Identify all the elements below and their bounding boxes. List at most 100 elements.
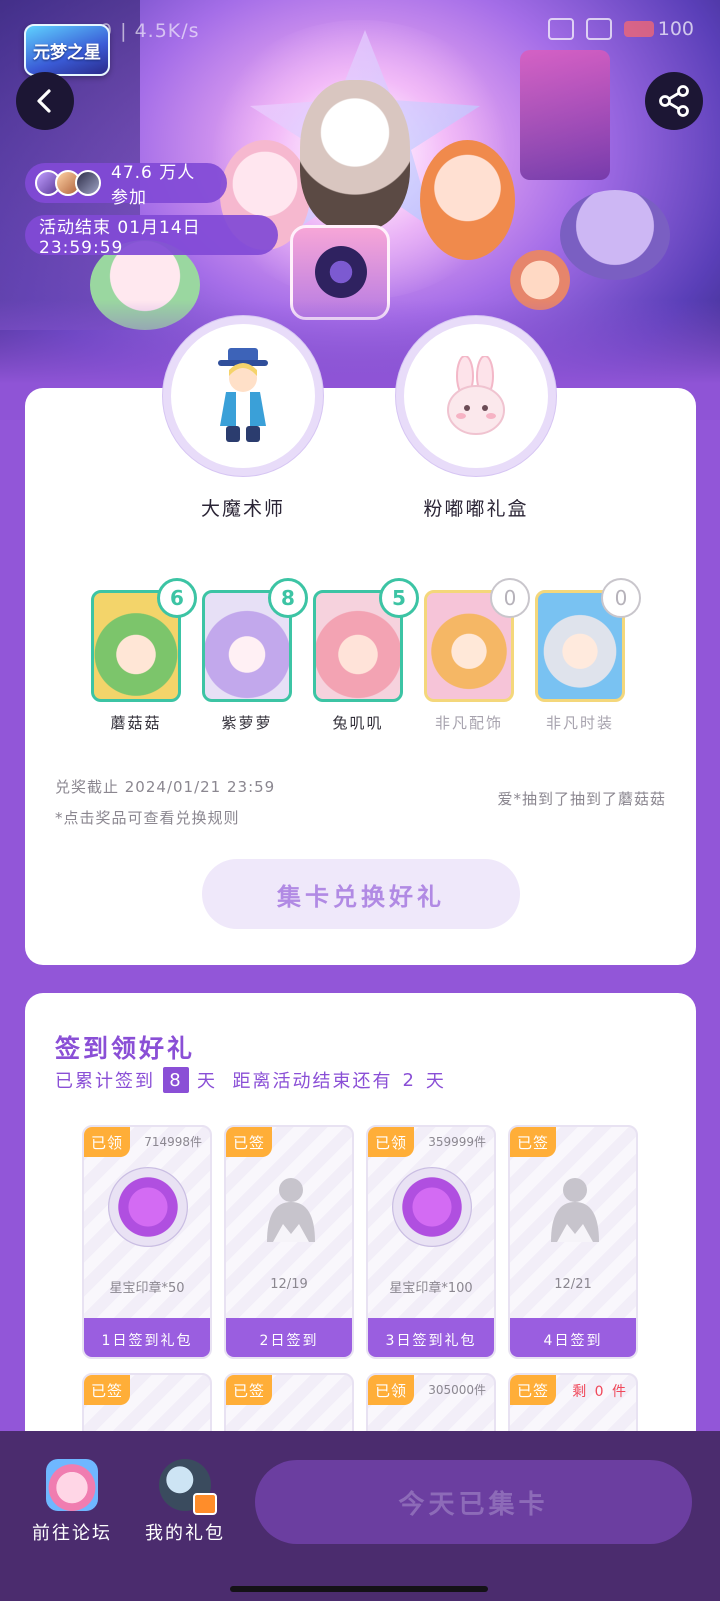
forum-link[interactable]: 前往论坛 (22, 1459, 122, 1545)
character-name: 蘑菇菇 (110, 714, 162, 732)
status-icons: 100 (547, 18, 694, 40)
event-end-pill: 活动结束 01月14日 23:59:59 (25, 215, 278, 258)
bunny-icon (447, 356, 505, 435)
claimed-tag: 已领 (84, 1127, 130, 1157)
home-indicator (230, 1586, 488, 1592)
card-count-badge: 0 (490, 578, 530, 618)
collect-redeem-button[interactable]: 集卡兑换好礼 (202, 859, 520, 929)
stock-count: 305000件 (428, 1383, 486, 1397)
sign-in-suffix: 天 (425, 1071, 446, 1092)
redeem-deadline: 兑奖截止 2024/01/21 23:59 (55, 778, 276, 796)
sign-in-mid: 天 距离活动结束还有 (197, 1071, 393, 1092)
reward-label: 星宝印章*50 (109, 1281, 185, 1296)
battery-level: 100 (657, 18, 694, 40)
signed-tag: 已签 (84, 1375, 130, 1405)
card-count-badge: 0 (601, 578, 641, 618)
character-name: 非凡配饰 (434, 714, 503, 732)
magician-figure-icon (218, 348, 268, 442)
prize-image-frame (396, 316, 556, 476)
chevron-left-icon (37, 89, 51, 113)
network-speed: 9 | 4.5K/s (100, 20, 200, 42)
back-button[interactable] (16, 72, 74, 130)
prize-image-frame (163, 316, 323, 476)
sign-in-slot: 已领 714998件 星宝印章*50 1日签到礼包 (82, 1125, 212, 1359)
card-count-badge: 8 (268, 578, 308, 618)
prize-name: 大魔术师 (200, 498, 285, 520)
avatar (75, 170, 101, 196)
character-card-mushroom[interactable]: 6 蘑菇菇 (91, 578, 197, 733)
character-card-outfit[interactable]: 0 非凡时装 (535, 578, 641, 733)
star-seal-icon (108, 1167, 188, 1247)
sign-in-title: 签到领好礼 (55, 1034, 196, 1063)
today-collected-button[interactable]: 今天已集卡 (255, 1460, 692, 1544)
sign-in-slot: 已签 12/19 2日签到 (224, 1125, 354, 1359)
character-card-bunny[interactable]: 5 兔叽叽 (313, 578, 419, 733)
signed-tag: 已签 (510, 1127, 556, 1157)
sign-in-slot: 已签 12/21 4日签到 (508, 1125, 638, 1359)
mascot-image (420, 140, 515, 260)
sign-in-day-2[interactable]: 已签 12/19 2日签到 (224, 1125, 354, 1359)
day-reward-bar: 3日签到礼包 (368, 1318, 494, 1357)
bottom-action-bar: 前往论坛 我的礼包 今天已集卡 (0, 1431, 720, 1601)
card-count-badge: 5 (379, 578, 419, 618)
character-name: 兔叽叽 (332, 714, 384, 732)
prize-name: 粉嘟嘟礼盒 (423, 498, 529, 520)
participant-avatars (35, 170, 101, 196)
battery-indicator: 100 (623, 18, 694, 40)
mascot-image (300, 80, 410, 230)
prize-magician[interactable]: 大魔术师 (163, 316, 323, 521)
character-card-purple[interactable]: 8 紫萝萝 (202, 578, 308, 733)
stock-count: 714998件 (144, 1135, 202, 1149)
event-end-time: 活动结束 01月14日 23:59:59 (39, 217, 201, 258)
game-logo: 元梦之星 (24, 24, 110, 76)
share-button[interactable] (645, 72, 703, 130)
battery-icon (623, 21, 654, 37)
logo-text: 元梦之星 (33, 42, 101, 63)
reward-date: 12/19 (270, 1277, 308, 1292)
redeem-info: 兑奖截止 2024/01/21 23:59 *点击奖品可查看兑换规则 (55, 772, 275, 834)
sign-in-summary: 已累计签到 8 天 距离活动结束还有 2 天 (55, 1067, 446, 1093)
reward-label: 星宝印章*100 (389, 1281, 473, 1296)
neon-sign (520, 50, 610, 180)
gift-label: 我的礼包 (145, 1523, 225, 1544)
my-gifts-link[interactable]: 我的礼包 (135, 1459, 235, 1545)
claimed-tag: 已领 (368, 1127, 414, 1157)
sign-in-day-4[interactable]: 已签 12/21 4日签到 (508, 1125, 638, 1359)
sign-in-day-3[interactable]: 已领 359999件 星宝印章*100 3日签到礼包 (366, 1125, 496, 1359)
claimed-tag: 已领 (368, 1375, 414, 1405)
gift-avatar-icon (159, 1459, 217, 1515)
placeholder-figure-icon (551, 1178, 599, 1242)
stock-remaining: 剩 0 件 (572, 1384, 628, 1400)
character-name: 紫萝萝 (221, 714, 273, 732)
lucky-draw-ticker: 爱*抽到了抽到了蘑菇菇 (497, 790, 666, 808)
wifi-icon (585, 18, 612, 40)
signal-icon (547, 18, 574, 40)
forum-icon (46, 1459, 98, 1511)
sign-in-prefix: 已累计签到 (55, 1071, 155, 1092)
stock-count: 359999件 (428, 1135, 486, 1149)
signed-tag: 已签 (510, 1375, 556, 1405)
character-name: 非凡时装 (545, 714, 614, 732)
forum-label: 前往论坛 (32, 1523, 112, 1544)
day-reward-bar: 4日签到 (510, 1318, 636, 1357)
collect-card-panel: 大魔术师 粉嘟嘟礼盒 6 蘑菇菇 8 紫萝萝 5 兔叽叽 0 非凡配饰 0 非凡… (25, 316, 696, 965)
character-card-accessory[interactable]: 0 非凡配饰 (424, 578, 530, 733)
mascot-image (560, 190, 670, 280)
signed-tag: 已签 (226, 1127, 272, 1157)
sign-in-day-1[interactable]: 已领 714998件 星宝印章*50 1日签到礼包 (82, 1125, 212, 1359)
signed-tag: 已签 (226, 1375, 272, 1405)
placeholder-figure-icon (267, 1178, 315, 1242)
prize-gift-box[interactable]: 粉嘟嘟礼盒 (396, 316, 556, 521)
star-seal-icon (392, 1167, 472, 1247)
redeem-hint: *点击奖品可查看兑换规则 (55, 809, 240, 827)
remaining-days: 2 (402, 1069, 416, 1091)
share-icon (659, 85, 689, 117)
card-count-badge: 6 (157, 578, 197, 618)
participants-pill: 47.6 万人参加 (25, 163, 227, 208)
reward-date: 12/21 (554, 1277, 592, 1292)
day-reward-bar: 1日签到礼包 (84, 1318, 210, 1357)
signed-days: 8 (163, 1067, 189, 1093)
participant-count: 47.6 万人参加 (111, 163, 196, 208)
day-reward-bar: 2日签到 (226, 1318, 352, 1357)
sign-in-slot: 已领 359999件 星宝印章*100 3日签到礼包 (366, 1125, 496, 1359)
